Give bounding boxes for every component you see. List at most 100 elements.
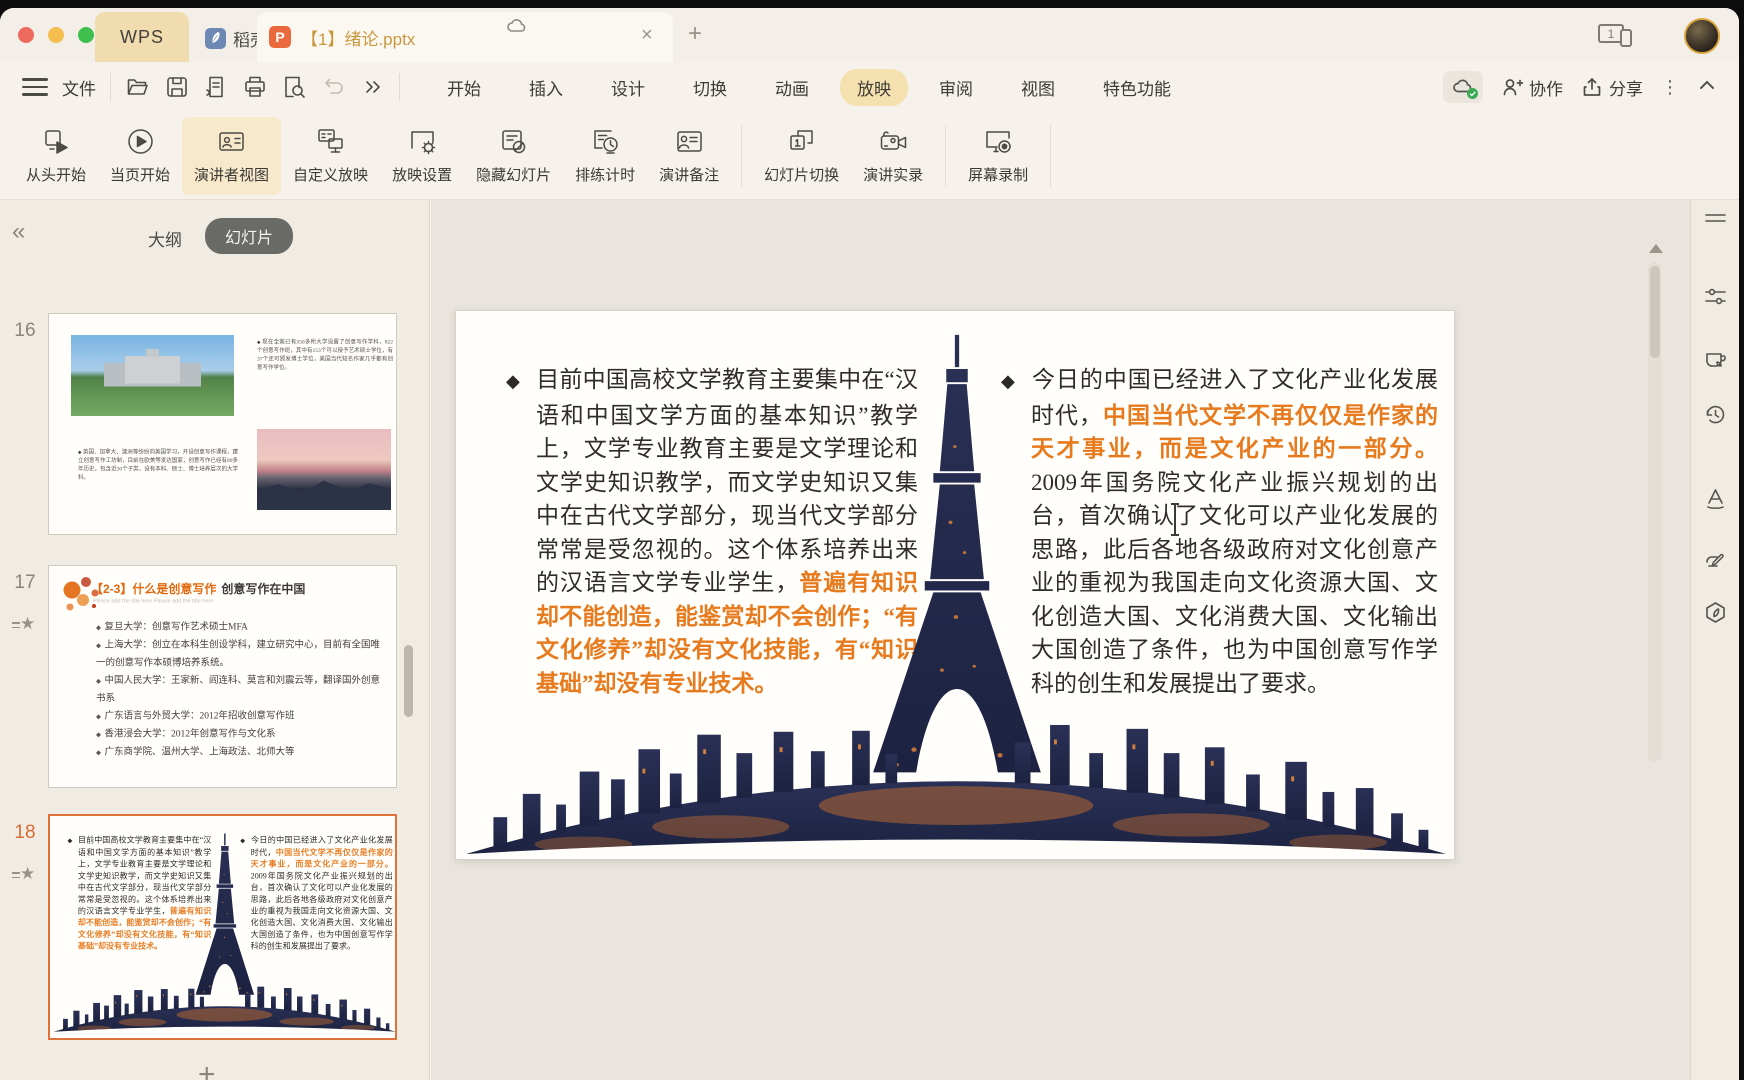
menu-tab-start[interactable]: 开始	[430, 69, 498, 106]
hide-slide-button[interactable]: 隐藏幻灯片	[464, 117, 563, 195]
show-settings-icon	[407, 126, 438, 157]
beautify-pen-icon[interactable]	[1703, 548, 1728, 573]
hide-slide-icon	[498, 126, 529, 157]
slide17-subtitle: Please add the title here Please add the…	[93, 598, 213, 604]
menu-tab-insert[interactable]: 插入	[512, 69, 580, 106]
slide-text-dark: 目前中国高校文学教育主要集中在“汉语和中国文学方面的基本知识”教学上，文学专业教…	[536, 367, 918, 595]
ribbon-button-label: 从头开始	[26, 164, 86, 185]
docer-resource-icon[interactable]	[1703, 600, 1728, 625]
ribbon-button-label: 屏幕录制	[968, 164, 1028, 185]
tab-slides[interactable]: 幻灯片	[205, 218, 293, 254]
history-icon[interactable]	[1703, 402, 1728, 427]
record-show-button[interactable]: 演讲实录	[851, 117, 935, 195]
menu-tab-animation[interactable]: 动画	[758, 69, 826, 106]
collaborate-button[interactable]: 协作	[1501, 75, 1563, 100]
slide-text-dark: 2009年国务院文化产业振兴规划的出台，首次确认了文化可以产业化发展的思路，此后…	[1031, 470, 1438, 696]
slide-transition-icon	[786, 126, 817, 157]
animation-star-icon: ★	[12, 864, 42, 884]
adjust-settings-icon[interactable]	[1703, 284, 1728, 309]
open-file-icon[interactable]	[125, 74, 151, 100]
record-show-icon	[878, 126, 909, 157]
zoom-window-button[interactable]	[78, 27, 94, 43]
custom-show-button[interactable]: 自定义放映	[281, 117, 380, 195]
share-button[interactable]: 分享	[1581, 75, 1643, 100]
current-slide[interactable]: ◆目前中国高校文学教育主要集中在“汉语和中国文学方面的基本知识”教学上，文学专业…	[455, 310, 1455, 860]
list-item: ◆广东语言与外贸大学：2012年招收创意写作班	[96, 707, 388, 725]
slide-transition-button[interactable]: 幻灯片切换	[752, 117, 851, 195]
user-avatar[interactable]	[1684, 18, 1720, 54]
ribbon-button-label: 幻灯片切换	[764, 164, 839, 185]
play-from-start-icon	[41, 126, 72, 157]
slide-number: 17	[8, 572, 42, 594]
menu-tab-design[interactable]: 设计	[594, 69, 662, 106]
main-menu-icon[interactable]	[22, 78, 48, 96]
menu-tab-transition[interactable]: 切换	[676, 69, 744, 106]
list-item: ◆复旦大学：创意写作艺术硕士MFA	[96, 618, 388, 636]
design-resource-icon[interactable]	[1703, 346, 1728, 371]
canvas-scroll-up-icon[interactable]	[1649, 244, 1663, 253]
menu-tab-review[interactable]: 审阅	[922, 69, 990, 106]
menu-tab-special-features[interactable]: 特色功能	[1086, 69, 1188, 106]
undo-icon[interactable]	[320, 74, 346, 100]
collaborate-label: 协作	[1529, 75, 1563, 100]
collapse-panel-icon[interactable]: «	[12, 218, 25, 246]
slide-number: 18	[8, 822, 42, 844]
menu-tab-view[interactable]: 视图	[1004, 69, 1072, 106]
skyline-image	[53, 975, 395, 1033]
mini-slide-text-left: ◆目前中国高校文学教育主要集中在“汉语和中国文学方面的基本知识”教学上，文学专业…	[67, 834, 211, 952]
print-preview-icon[interactable]	[281, 74, 307, 100]
custom-show-icon	[315, 126, 346, 157]
eiffel-tower-image	[195, 833, 255, 997]
minimize-window-button[interactable]	[48, 27, 64, 43]
tab-wps-home[interactable]: WPS	[95, 12, 189, 62]
print-icon[interactable]	[242, 74, 268, 100]
save-icon[interactable]	[164, 74, 190, 100]
slide-thumbnail-18-selected[interactable]: ◆目前中国高校文学教育主要集中在“汉语和中国文学方面的基本知识”教学上，文学专业…	[48, 814, 397, 1040]
cloud-sync-button[interactable]	[1443, 71, 1483, 103]
show-settings-button[interactable]: 放映设置	[380, 117, 464, 195]
play-from-current-button[interactable]: 当页开始	[98, 117, 182, 195]
menu-tab-slideshow[interactable]: 放映	[840, 69, 908, 106]
slide-thumbnail-16[interactable]: ◆现在全美已有350多所大学设置了创意写作学科，822个创意写作班，其中有153…	[48, 313, 397, 535]
share-label: 分享	[1609, 75, 1643, 100]
more-options-icon[interactable]: ⋮	[1661, 77, 1679, 98]
new-slide-button[interactable]: +	[198, 1058, 216, 1080]
canvas-scrollbar-thumb[interactable]	[1650, 266, 1660, 358]
font-tool-icon[interactable]	[1703, 486, 1728, 511]
ribbon-button-label: 排练计时	[575, 164, 635, 185]
tab-document[interactable]: P 【1】绪论.pptx ×	[257, 12, 673, 62]
document-title: 【1】绪论.pptx	[301, 25, 415, 50]
speaker-notes-button[interactable]: 演讲备注	[647, 117, 731, 195]
canvas-scrollbar[interactable]	[1648, 262, 1661, 762]
cloud-saved-icon	[505, 14, 529, 43]
close-window-button[interactable]	[18, 27, 34, 43]
slide-text-right[interactable]: ◆今日的中国已经进入了文化产业化发展时代，中国当代文学不再仅仅是作家的天才事业，…	[1001, 363, 1438, 700]
slide-thumbnail-17[interactable]: 【2-3】什么是创意写作创意写作在中国 Please add the title…	[48, 565, 397, 788]
slide-text-left[interactable]: ◆目前中国高校文学教育主要集中在“汉语和中国文学方面的基本知识”教学上，文学专业…	[506, 363, 918, 700]
slide16-text-right: ◆现在全美已有350多所大学设置了创意写作学科，822个创意写作班，其中有153…	[257, 338, 393, 372]
divider	[741, 125, 742, 187]
more-quick-tools-icon[interactable]	[359, 74, 385, 100]
presenter-view-button[interactable]: 演讲者视图	[182, 117, 281, 195]
play-from-start-button[interactable]: 从头开始	[14, 117, 98, 195]
device-sync-icon[interactable]: 1	[1598, 21, 1638, 49]
bullet-diamond: ◆	[506, 365, 536, 399]
screen-record-button[interactable]: 屏幕录制	[956, 117, 1040, 195]
tab-outline[interactable]: 大纲	[148, 226, 182, 251]
slides-panel: « 大纲 幻灯片 16 ◆现在全美已有350多所大学设置了创意写作学科，822个…	[0, 200, 430, 1080]
phone-icon	[1620, 29, 1632, 47]
menu-file[interactable]: 文件	[62, 75, 96, 100]
ribbon-button-label: 演讲备注	[659, 164, 719, 185]
slide16-text-left: ◆英国、加拿大、澳洲等纷纷向美国学习，开设创意写作课程，建立创意写作工坊制，目前…	[78, 448, 238, 482]
rehearse-timing-button[interactable]: 排练计时	[563, 117, 647, 195]
titlebar: WPS 稻壳 P 【1】绪论.pptx × + 1	[0, 8, 1739, 62]
collapse-ribbon-icon[interactable]	[1697, 75, 1717, 100]
new-tab-button[interactable]: +	[688, 22, 702, 46]
animation-star-icon: ★	[12, 614, 42, 634]
close-document-icon[interactable]: ×	[641, 25, 653, 45]
panel-scrollbar-thumb[interactable]	[404, 645, 413, 717]
export-icon[interactable]	[203, 74, 229, 100]
ribbon-button-label: 放映设置	[392, 164, 452, 185]
ribbon-button-label: 演讲实录	[863, 164, 923, 185]
drag-handle-icon[interactable]	[1703, 206, 1728, 231]
